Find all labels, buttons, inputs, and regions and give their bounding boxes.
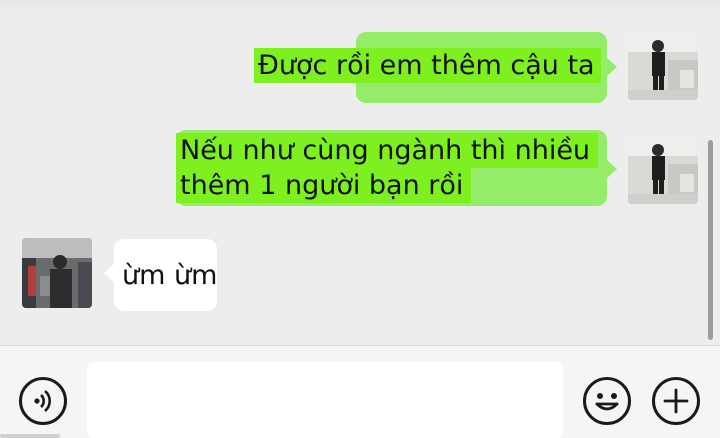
voice-button[interactable] <box>19 377 67 425</box>
person-photo-icon <box>628 30 698 100</box>
message-line: thêm 1 người bạn rồi <box>180 170 464 201</box>
avatar-self[interactable] <box>628 30 698 100</box>
plus-icon <box>663 388 689 414</box>
message-bubble-outgoing[interactable]: Nếu như cùng ngành thì nhiều thêm 1 ngườ… <box>176 130 607 206</box>
person-photo-icon <box>22 238 92 308</box>
message-line: ừm ừm <box>122 260 218 291</box>
voice-icon <box>34 390 51 412</box>
more-button[interactable] <box>652 377 700 425</box>
message-list[interactable]: Được rồi em thêm cậu ta Nếu như cùng ngà… <box>0 0 720 345</box>
message-text: Được rồi em thêm cậu ta <box>254 48 601 83</box>
emoji-icon <box>595 393 619 411</box>
message-bubble-incoming[interactable]: ừm ừm <box>114 239 217 311</box>
emoji-button[interactable] <box>583 377 631 425</box>
message-text: Nếu như cùng ngành thì nhiều <box>176 133 599 168</box>
message-line: Nếu như cùng ngành thì nhiều <box>180 135 591 166</box>
avatar-contact[interactable] <box>22 238 92 308</box>
top-fade <box>0 0 720 12</box>
message-bubble-outgoing[interactable]: Được rồi em thêm cậu ta <box>254 32 607 103</box>
message-line: Được rồi em thêm cậu ta <box>258 50 595 81</box>
message-text: ừm ừm <box>122 258 217 293</box>
scrollbar[interactable] <box>708 140 713 340</box>
message-text: thêm 1 người bạn rồi <box>176 168 472 203</box>
person-photo-icon <box>628 134 698 204</box>
bubble-tail <box>607 160 617 178</box>
message-input[interactable] <box>87 362 563 438</box>
home-indicator <box>0 434 60 438</box>
avatar-self[interactable] <box>628 134 698 204</box>
bubble-tail <box>607 58 617 76</box>
input-toolbar <box>0 345 720 438</box>
bubble-tail <box>104 264 114 282</box>
